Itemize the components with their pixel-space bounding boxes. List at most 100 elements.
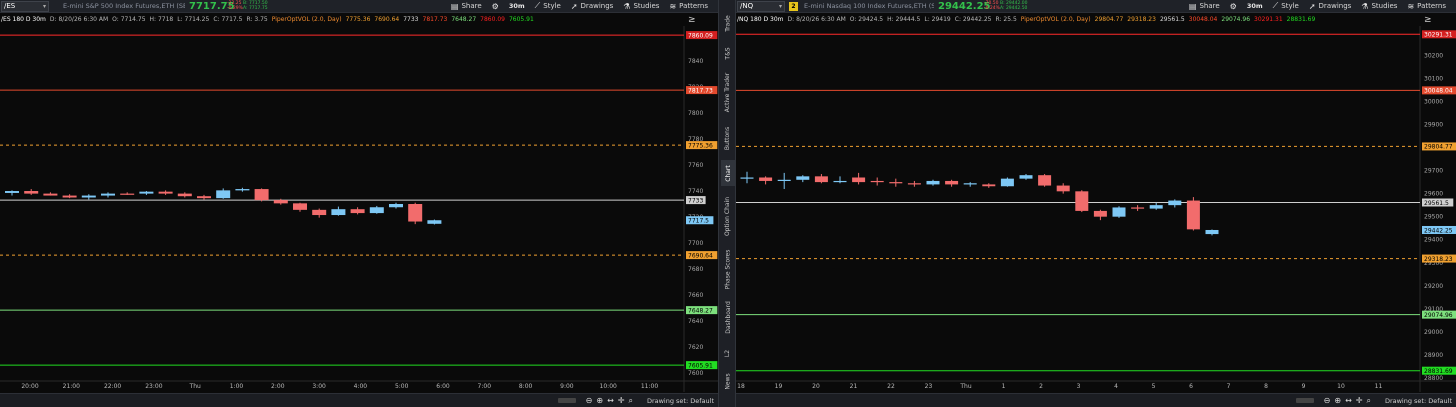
magnifier-icon[interactable]: ⌕ — [1366, 396, 1370, 406]
time-tick-label: 10 — [1337, 383, 1345, 390]
scrollbar-handle[interactable] — [557, 398, 576, 403]
level-label: 7733 — [688, 197, 703, 204]
crosshair-icon[interactable]: ✛ — [618, 396, 625, 405]
price-tick-label: 28900 — [1424, 352, 1443, 359]
side-tab-l2[interactable]: L2 — [721, 342, 735, 364]
level-label: 7648.27 — [688, 307, 713, 314]
time-axis: 20:00 21:00 22:00 23:00 Thu 1:00 2:00 3:00 4:00 5… — [0, 383, 718, 392]
side-tab-label: Dashboard — [724, 300, 732, 334]
side-tab-label: Active Trader — [724, 72, 732, 112]
side-tab-chart[interactable]: Chart — [721, 160, 735, 186]
side-tab-label: Buttons — [724, 126, 732, 150]
pan-arrows-icon[interactable]: ↔ — [1345, 396, 1352, 405]
price-tick-label: 29700 — [1424, 168, 1443, 175]
zoom-out-icon[interactable]: ⊖ — [586, 396, 593, 405]
price-tick-label: 7640 — [688, 318, 703, 325]
chart-panel-nq: /NQ 2 E-mini Nasdaq 100 Index Futures,ET… — [736, 0, 1456, 407]
level-label: 29561.5 — [1424, 200, 1449, 207]
candle-body — [1186, 200, 1200, 230]
crosshair-icon[interactable]: ✛ — [1356, 396, 1363, 405]
candle-body — [254, 189, 269, 201]
side-tab-buttons[interactable]: Buttons — [721, 120, 735, 156]
price-tick-label: 30200 — [1424, 52, 1443, 59]
side-tab-label: Trade — [724, 14, 732, 32]
candle-body — [139, 191, 154, 194]
chart-settings-icon: ≥ — [688, 15, 696, 25]
side-tab-dashboard[interactable]: Dashboard — [721, 296, 735, 338]
price-chart[interactable]: 3020030100300002990029800297002960029500… — [736, 0, 1456, 407]
side-tab-bar: Trade T&S Active Trader Buttons Chart Option … — [718, 0, 736, 407]
side-tab-label: Chart — [724, 164, 732, 182]
magnifier-icon[interactable]: ⌕ — [628, 396, 632, 406]
level-label: 29318.23 — [1424, 256, 1453, 263]
time-tick-label: 21:00 — [62, 383, 80, 390]
time-axis: 18 19 20 21 22 23 Thu 1 2 3 4 5 6 7 8 9 10 11 — [736, 383, 1456, 392]
time-tick-label: 5 — [1151, 383, 1156, 390]
drawing-set-label[interactable]: Drawing set: Default — [647, 397, 714, 405]
side-tab-label: Phase Scores — [724, 249, 732, 289]
drawing-set-label[interactable]: Drawing set: Default — [1385, 397, 1452, 405]
price-tick-label: 29500 — [1424, 214, 1443, 221]
side-tab-trade[interactable]: Trade — [721, 8, 735, 38]
candle-body — [81, 195, 96, 198]
candle-body — [1149, 205, 1163, 209]
side-tab-phase-scores[interactable]: Phase Scores — [721, 246, 735, 292]
time-tick-label: 4:00 — [353, 383, 368, 390]
chart-panel-es: /ES E-mini S&P 500 Index Futures,ETH (SE… — [0, 0, 718, 407]
candle-body — [907, 183, 921, 185]
side-tab-t-s[interactable]: T&S — [721, 42, 735, 64]
level-label: 7860.09 — [688, 32, 713, 39]
candle-body — [740, 177, 754, 179]
pan-arrows-icon[interactable]: ↔ — [607, 396, 614, 405]
level-label: 7690.64 — [688, 252, 713, 259]
scrollbar-handle[interactable] — [1295, 398, 1314, 403]
side-tab-label: Option Chain — [724, 196, 732, 236]
candle-body — [5, 191, 19, 193]
time-tick-label: 9:00 — [560, 383, 574, 390]
candle-body — [62, 195, 77, 198]
time-tick-label: 7 — [1226, 383, 1231, 390]
side-tab-label: L2 — [724, 349, 732, 357]
price-tick-label: 7600 — [688, 370, 703, 377]
side-tab-label: T&S — [724, 46, 732, 60]
candle-body — [158, 191, 173, 194]
zoom-out-icon[interactable]: ⊖ — [1324, 396, 1331, 405]
price-chart[interactable]: 7840782078007780776077407720770076807660… — [0, 0, 718, 407]
time-tick-label: 8 — [1264, 383, 1268, 390]
zoom-in-icon[interactable]: ⊕ — [1334, 396, 1341, 405]
candle-body — [982, 184, 996, 187]
price-tick-label: 7660 — [688, 292, 703, 299]
candle-body — [870, 180, 884, 183]
candle-body — [852, 177, 866, 183]
candle-body — [369, 207, 384, 214]
time-tick-label: 3:00 — [312, 383, 326, 390]
price-tick-label: 7620 — [688, 344, 703, 351]
candle-body — [926, 180, 940, 185]
last-price-label: 29442.25 — [1424, 227, 1453, 234]
candle-body — [43, 193, 58, 196]
time-tick-label: 2 — [1039, 383, 1043, 390]
side-tab-active-trader[interactable]: Active Trader — [721, 68, 735, 116]
candle-body — [235, 189, 250, 191]
last-price-label: 7717.5 — [688, 218, 709, 225]
candle-body — [216, 190, 231, 199]
price-tick-label: 29000 — [1424, 329, 1443, 336]
chart-settings-icon: ≥ — [1424, 15, 1432, 25]
zoom-in-icon[interactable]: ⊕ — [596, 396, 603, 405]
side-tab-option-chain[interactable]: Option Chain — [721, 190, 735, 242]
candle-body — [427, 220, 442, 224]
candle-body — [1205, 229, 1219, 235]
time-tick-label: 5:00 — [394, 383, 409, 390]
time-tick-label: 18 — [737, 383, 745, 390]
time-tick-label: 20 — [812, 383, 820, 390]
price-tick-label: 7700 — [688, 240, 703, 247]
time-tick-label: Thu — [189, 383, 201, 390]
level-label: 28831.69 — [1424, 368, 1453, 375]
time-tick-label: 11 — [1374, 383, 1383, 390]
time-tick-label: 10:00 — [599, 383, 617, 390]
level-label: 7775.36 — [688, 142, 713, 149]
candle-body — [1019, 175, 1033, 179]
time-tick-label: 23:00 — [145, 383, 163, 390]
time-tick-label: 22 — [887, 383, 895, 390]
side-tab-news[interactable]: News — [721, 368, 735, 394]
